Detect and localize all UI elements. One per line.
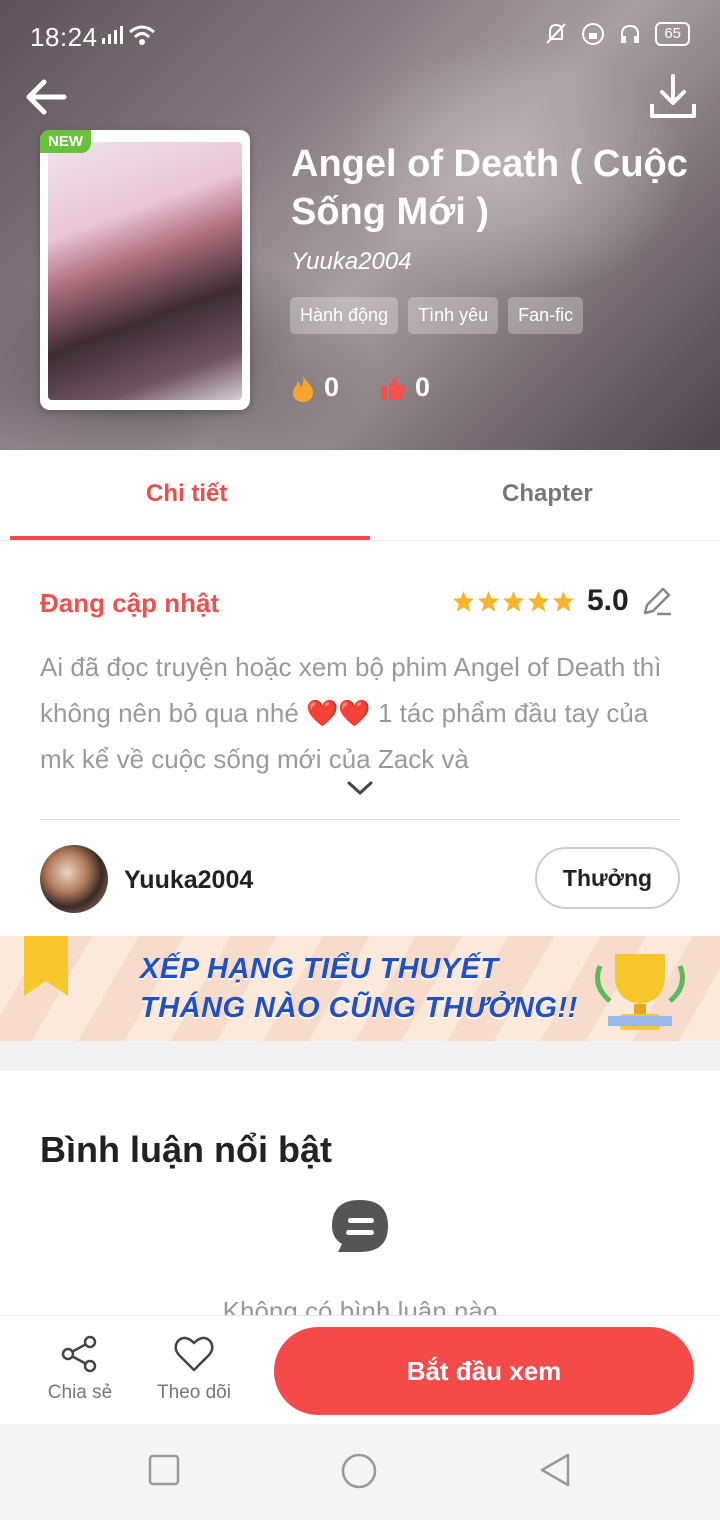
publication-status: Đang cập nhật	[40, 588, 220, 618]
rating-row: 5.0	[452, 584, 673, 618]
start-reading-button[interactable]: Bắt đầu xem	[274, 1327, 694, 1415]
bottom-action-bar: Chia sẻ Theo dõi Bắt đầu xem	[0, 1315, 720, 1424]
share-label: Chia sẻ	[47, 1382, 113, 1403]
follow-button[interactable]: Theo dõi	[152, 1334, 236, 1404]
mute-bell-icon	[546, 23, 567, 44]
story-cover[interactable]: NEW	[40, 130, 250, 410]
star-icon	[452, 590, 475, 612]
cover-artwork	[48, 142, 242, 400]
genre-tag[interactable]: Tình yêu	[408, 297, 499, 334]
genre-tag[interactable]: Fan-fic	[508, 297, 584, 334]
wifi-icon	[129, 25, 155, 45]
recent-apps-icon[interactable]	[148, 1454, 180, 1486]
status-icons: 65	[545, 22, 690, 46]
rating-score: 5.0	[587, 584, 629, 617]
story-author[interactable]: Yuuka2004	[291, 248, 412, 276]
author-name[interactable]: Yuuka2004	[124, 866, 253, 895]
tab-chapter[interactable]: Chapter	[502, 480, 593, 508]
story-description: Ai đã đọc truyện hoặc xem bộ phim Angel …	[40, 652, 662, 774]
status-bar: 18:24 65	[0, 0, 720, 74]
genre-tag[interactable]: Hành động	[290, 297, 399, 334]
ranking-promo-banner[interactable]: XẾP HẠNG TIỂU THUYẾT THÁNG NÀO CŨNG THƯỞ…	[0, 936, 720, 1041]
tab-detail[interactable]: Chi tiết	[146, 480, 227, 508]
home-icon[interactable]	[340, 1452, 378, 1490]
banner-line-2: THÁNG NÀO CŨNG THƯỞNG!!	[140, 992, 578, 1024]
reward-button[interactable]: Thưởng	[535, 847, 680, 909]
like-count: 0	[415, 372, 431, 402]
headphone-icon	[621, 24, 640, 43]
divider	[40, 819, 680, 820]
like-stat: 0	[379, 372, 430, 403]
status-time: 18:24	[30, 22, 98, 52]
share-button[interactable]: Chia sẻ	[45, 1334, 115, 1404]
genre-tags: Hành động Tình yêu Fan-fic	[290, 297, 584, 334]
story-title: Angel of Death ( Cuộc Sống Mới )	[291, 143, 688, 233]
banner-line-1: XẾP HẠNG TIỂU THUYẾT	[140, 953, 499, 985]
story-header: 18:24 65 NEW Angel of Death (Cuộc Sống …	[0, 0, 720, 450]
edit-pencil-icon[interactable]	[641, 585, 673, 617]
share-icon	[61, 1335, 97, 1373]
download-icon[interactable]	[646, 70, 700, 124]
heart-icon	[174, 1336, 214, 1372]
lock-rotation-icon	[582, 23, 605, 45]
system-navigation-bar	[0, 1424, 720, 1520]
active-tab-indicator	[10, 536, 370, 540]
new-badge: NEW	[40, 130, 91, 153]
fire-stat: 0	[290, 372, 339, 403]
story-stats: 0 0	[290, 372, 430, 403]
fire-icon	[293, 374, 313, 402]
follow-label: Theo dõi	[157, 1382, 231, 1403]
star-icon	[552, 590, 575, 612]
comment-bubble-icon	[332, 1200, 388, 1252]
fire-count: 0	[324, 372, 340, 402]
section-gap	[0, 1041, 720, 1071]
thumbs-up-icon	[381, 376, 406, 400]
author-avatar[interactable]	[40, 845, 108, 913]
bookmark-ribbon-icon	[24, 936, 68, 996]
chevron-down-icon[interactable]	[346, 780, 374, 796]
battery-indicator: 65	[655, 22, 690, 46]
trophy-icon	[595, 954, 685, 1030]
star-icon	[477, 590, 500, 612]
signal-icon	[102, 26, 123, 44]
tab-bar: Chi tiết Chapter	[0, 450, 720, 541]
back-triangle-icon[interactable]	[538, 1452, 572, 1488]
star-icon	[527, 590, 550, 612]
comments-section-title: Bình luận nổi bật	[40, 1129, 332, 1170]
back-arrow-icon[interactable]	[20, 70, 74, 124]
star-icon	[502, 590, 525, 612]
